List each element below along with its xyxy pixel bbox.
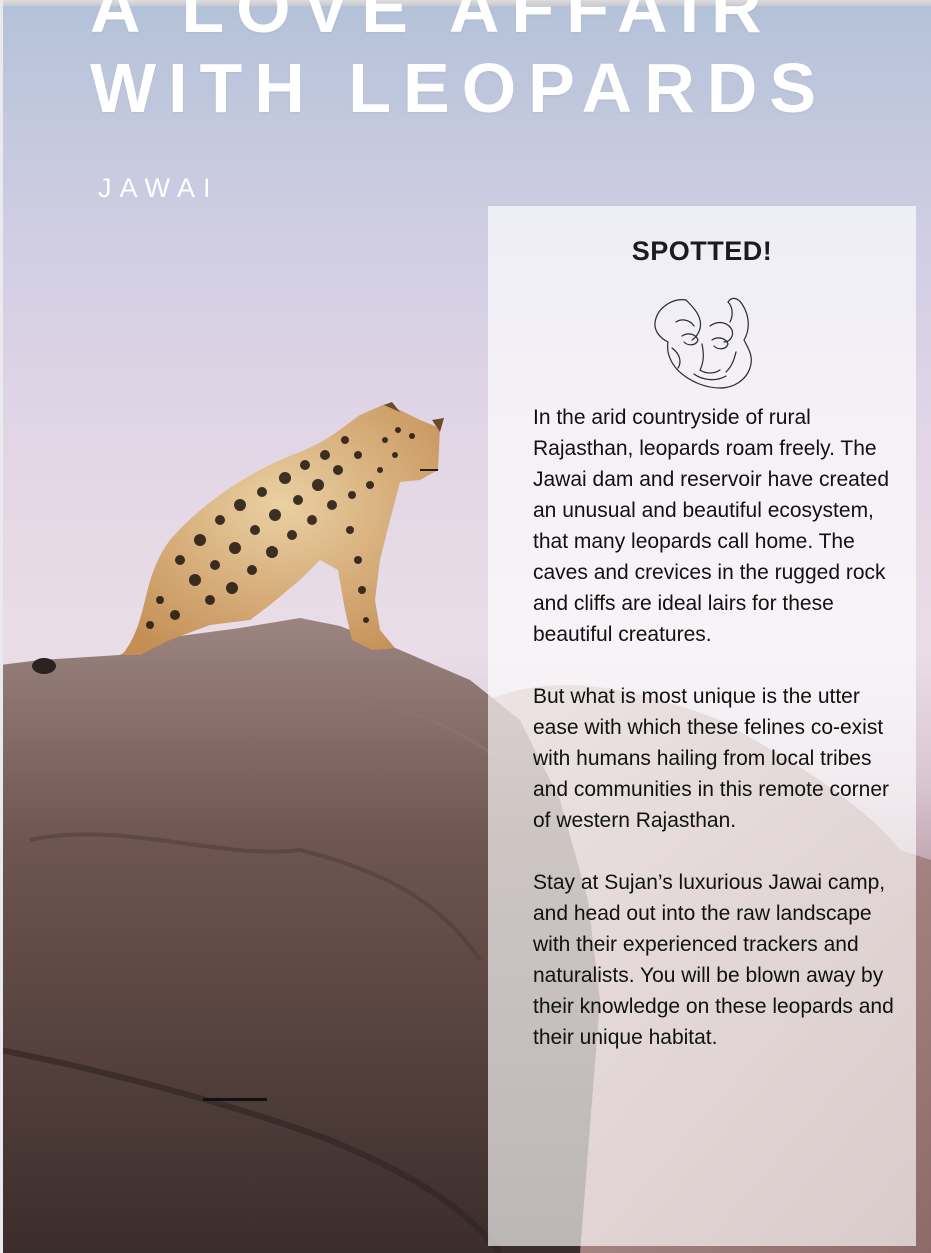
decorative-divider: [203, 1098, 267, 1101]
story-paragraph: Stay at Sujan’s luxurious Jawai camp, an…: [533, 871, 894, 1049]
leopard-line-sketch-icon: [654, 297, 752, 389]
story-body: In the arid countryside of rural Rajasth…: [533, 402, 903, 1084]
story-panel: SPOTTED! In the arid countryside of rura…: [488, 206, 916, 1246]
headline-line-2: WITH LEOPARDS: [90, 49, 829, 127]
location-kicker: JAWAI: [98, 173, 219, 203]
headline-line-1: A LOVE AFFAIR: [90, 0, 774, 47]
story-paragraph: In the arid countryside of rural Rajasth…: [533, 406, 890, 646]
panel-title: SPOTTED!: [631, 236, 773, 266]
article-headline: A LOVE AFFAIR WITH LEOPARDS: [90, 0, 828, 128]
story-paragraph: But what is most unique is the utter eas…: [533, 685, 889, 832]
leopard-figure: [122, 402, 444, 655]
page-left-edge: [0, 0, 3, 1253]
